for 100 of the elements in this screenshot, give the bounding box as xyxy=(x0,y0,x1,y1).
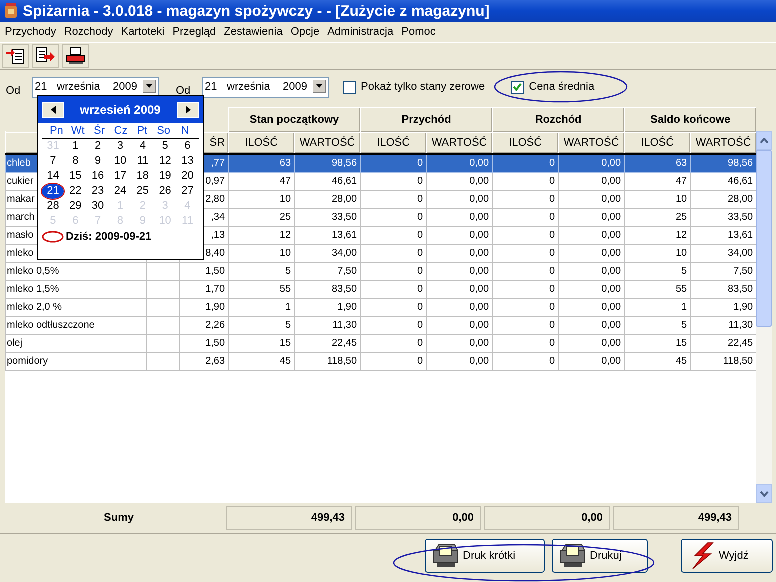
table-cell: 28,00 xyxy=(294,190,361,208)
calendar-day[interactable]: 2 xyxy=(86,139,110,154)
calendar-day[interactable]: 19 xyxy=(154,169,177,184)
calendar-day[interactable]: 10 xyxy=(109,154,132,169)
table-cell[interactable]: mleko odtłuszczone xyxy=(6,316,146,334)
menu-item[interactable]: Pomoc xyxy=(398,26,441,38)
checkbox-label: Pokaż tylko stany zerowe xyxy=(361,81,486,93)
calendar-day[interactable]: 29 xyxy=(64,199,87,214)
printer-icon xyxy=(432,543,460,569)
table-cell: 0,00 xyxy=(426,154,493,172)
column-header[interactable]: ILOŚĆ xyxy=(360,132,427,154)
action-button[interactable]: Drukuj xyxy=(552,539,648,573)
toolbar-button[interactable] xyxy=(62,44,89,68)
calendar-day[interactable]: 18 xyxy=(132,169,154,184)
toolbar-button[interactable] xyxy=(32,44,59,68)
menu-item[interactable]: Administracja xyxy=(324,26,399,38)
calendar-day[interactable]: 13 xyxy=(176,154,199,169)
table-cell: 5 xyxy=(228,262,295,280)
calendar-day[interactable]: 7 xyxy=(42,154,64,169)
table-cell: 25 xyxy=(624,208,691,226)
previous-month-button[interactable] xyxy=(42,102,64,118)
table-cell[interactable]: pomidory xyxy=(6,352,146,370)
date-picker[interactable]: 21 września 2009 xyxy=(32,76,159,98)
scroll-up-icon[interactable] xyxy=(760,138,768,144)
calendar-day[interactable]: 28 xyxy=(42,199,64,214)
totals-label: Sumy xyxy=(103,512,135,524)
column-header[interactable]: ILOŚĆ xyxy=(228,132,295,154)
menu-item[interactable]: Opcje xyxy=(288,26,325,38)
calendar-day[interactable]: 1 xyxy=(64,139,87,154)
calendar-day[interactable]: 11 xyxy=(132,154,154,169)
calendar-day[interactable]: 15 xyxy=(64,169,87,184)
toolbar-button[interactable] xyxy=(2,44,29,68)
menu-item[interactable]: Przegląd xyxy=(170,26,222,38)
calendar-day[interactable]: 16 xyxy=(86,169,110,184)
table-cell: 1,70 xyxy=(180,280,229,298)
table-cell[interactable]: mleko 1,5% xyxy=(6,280,146,298)
table-cell: 0 xyxy=(492,172,559,190)
calendar-day[interactable]: 3 xyxy=(109,139,132,154)
calendar-day[interactable]: 21 xyxy=(42,184,64,199)
table-cell[interactable]: mleko 0,5% xyxy=(6,262,146,280)
table-cell[interactable]: olej xyxy=(6,334,146,352)
calendar-day[interactable]: 4 xyxy=(132,139,154,154)
table-cell: 0,00 xyxy=(426,280,493,298)
next-month-button[interactable] xyxy=(177,102,199,118)
calendar-day[interactable]: 8 xyxy=(64,154,87,169)
today-link[interactable]: Dziś: 2009-09-21 xyxy=(66,231,152,243)
calendar-day[interactable]: 26 xyxy=(154,184,177,199)
calendar-day[interactable]: 12 xyxy=(154,154,177,169)
calendar-day[interactable]: 23 xyxy=(86,184,110,199)
table-cell: 46,61 xyxy=(690,172,756,190)
table-cell: 0 xyxy=(360,316,427,334)
table-cell: 1,50 xyxy=(180,334,229,352)
scrollbar[interactable] xyxy=(756,131,772,503)
calendar-day[interactable]: 24 xyxy=(109,184,132,199)
table-cell: 15 xyxy=(624,334,691,352)
column-header[interactable]: WARTOŚĆ xyxy=(294,132,361,154)
table-cell: 1,90 xyxy=(180,298,229,316)
weekday-label: Cz xyxy=(113,125,129,137)
action-button[interactable]: Wyjdź xyxy=(681,539,773,573)
table-cell: 11,30 xyxy=(690,316,756,334)
table-cell: 0 xyxy=(492,316,559,334)
menu-item[interactable]: Rozchody xyxy=(61,26,118,38)
table-cell: 0 xyxy=(360,262,427,280)
menu-item[interactable]: Przychody xyxy=(2,26,62,38)
date-picker[interactable]: 21 września 2009 xyxy=(202,76,329,98)
menu-item[interactable]: Kartoteki xyxy=(118,26,170,38)
action-button[interactable]: Druk krótki xyxy=(425,539,545,573)
table-cell: 1 xyxy=(624,298,691,316)
table-cell: 10 xyxy=(228,244,295,262)
table-cell: 10 xyxy=(228,190,295,208)
calendar-day[interactable]: 25 xyxy=(132,184,154,199)
table-cell[interactable]: mleko 2,0 % xyxy=(6,298,146,316)
checkbox[interactable] xyxy=(343,80,356,94)
calendar-day[interactable]: 14 xyxy=(42,169,64,184)
column-header[interactable]: ILOŚĆ xyxy=(624,132,691,154)
column-header[interactable]: WARTOŚĆ xyxy=(426,132,493,154)
table-cell: 83,50 xyxy=(294,280,361,298)
checkbox[interactable] xyxy=(511,80,524,94)
calendar-day[interactable]: 22 xyxy=(64,184,87,199)
scroll-down-icon[interactable] xyxy=(760,490,768,496)
table-cell: 22,45 xyxy=(690,334,756,352)
table-cell: 0 xyxy=(360,190,427,208)
column-header[interactable]: ILOŚĆ xyxy=(492,132,559,154)
column-header[interactable]: WARTOŚĆ xyxy=(690,132,756,154)
calendar-day[interactable]: 5 xyxy=(154,139,177,154)
menu-item[interactable]: Zestawienia xyxy=(221,26,288,38)
weekday-label: Pt xyxy=(136,125,149,137)
total-field: 499,43 xyxy=(226,506,352,530)
table-cell: 0,00 xyxy=(558,226,625,244)
table-cell: 34,00 xyxy=(690,244,756,262)
calendar-day[interactable]: 6 xyxy=(176,139,199,154)
calendar-day[interactable]: 9 xyxy=(86,154,110,169)
table-cell: 0,00 xyxy=(426,244,493,262)
table-cell: 98,56 xyxy=(294,154,361,172)
calendar-day[interactable]: 17 xyxy=(109,169,132,184)
table-cell: 0,00 xyxy=(426,298,493,316)
table-cell: 0,00 xyxy=(558,244,625,262)
table-cell: 1,90 xyxy=(294,298,361,316)
column-header[interactable]: WARTOŚĆ xyxy=(558,132,625,154)
calendar-day[interactable]: 30 xyxy=(86,199,110,214)
